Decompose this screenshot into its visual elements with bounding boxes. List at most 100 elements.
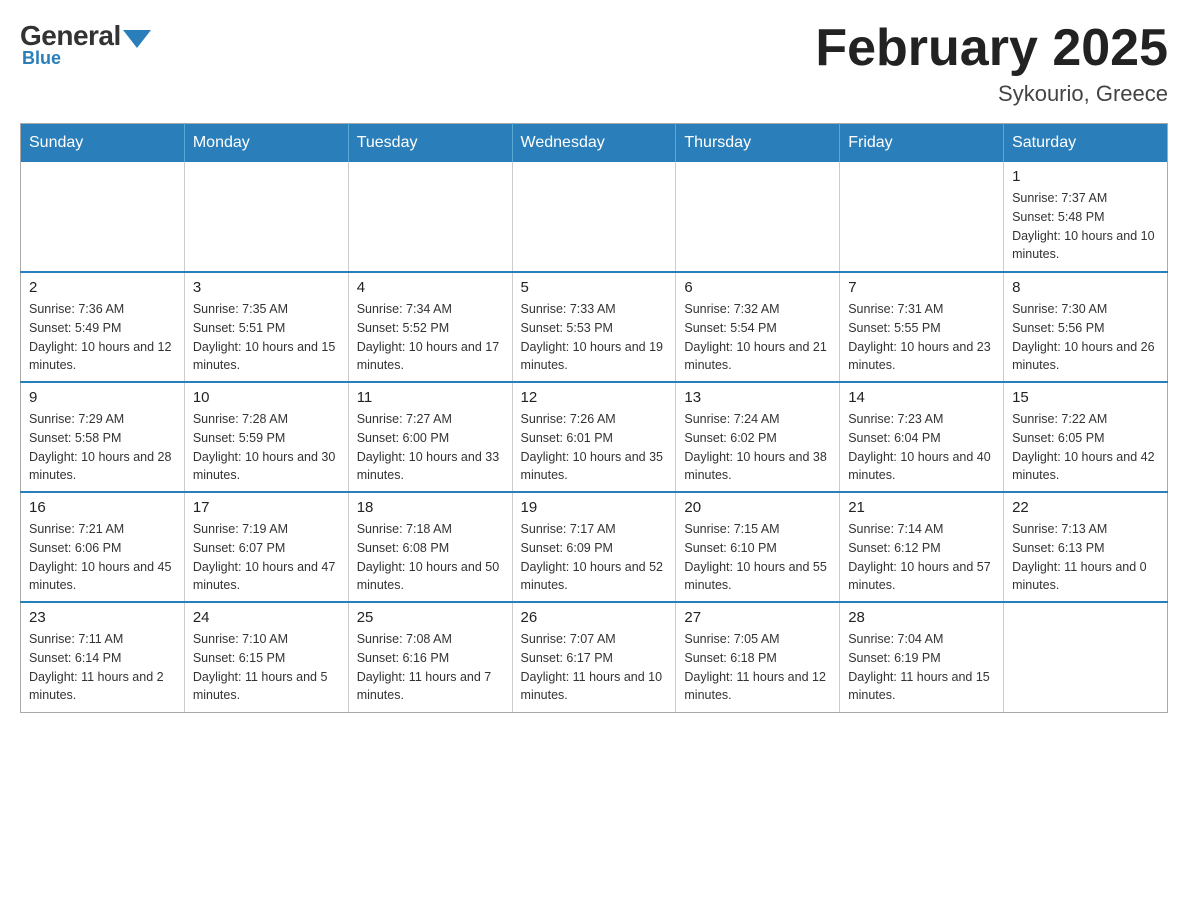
day-info: Sunrise: 7:21 AMSunset: 6:06 PMDaylight:…	[29, 520, 176, 595]
logo-arrow-icon	[123, 30, 151, 48]
sunrise-text: Sunrise: 7:36 AM	[29, 300, 176, 319]
logo: General Blue	[20, 20, 151, 69]
calendar-cell-w1-d1	[21, 162, 185, 272]
sunrise-text: Sunrise: 7:30 AM	[1012, 300, 1159, 319]
sunset-text: Sunset: 6:09 PM	[521, 539, 668, 558]
day-number: 9	[29, 389, 176, 406]
calendar-cell-w4-d6: 21Sunrise: 7:14 AMSunset: 6:12 PMDayligh…	[840, 492, 1004, 602]
calendar-cell-w2-d4: 5Sunrise: 7:33 AMSunset: 5:53 PMDaylight…	[512, 272, 676, 382]
calendar-cell-w2-d3: 4 Sunrise: 7:34 AMSunset: 5:52 PMDaylight…	[348, 272, 512, 382]
sunset-text: Sunset: 5:52 PM	[357, 319, 504, 338]
day-info: Sunrise: 7:34 AMSunset: 5:52 PMDaylight:…	[357, 300, 504, 375]
sunrise-text: Sunrise: 7:32 AM	[684, 300, 831, 319]
calendar-cell-w5-d6: 28Sunrise: 7:04 AMSunset: 6:19 PMDayligh…	[840, 602, 1004, 712]
calendar-cell-w5-d4: 26Sunrise: 7:07 AMSunset: 6:17 PMDayligh…	[512, 602, 676, 712]
daylight-text: Daylight: 10 hours and 57 minutes.	[848, 558, 995, 596]
day-number: 17	[193, 499, 340, 516]
sunset-text: Sunset: 6:04 PM	[848, 429, 995, 448]
day-number: 13	[684, 389, 831, 406]
daylight-text: Daylight: 10 hours and 19 minutes.	[521, 338, 668, 376]
sunrise-text: Sunrise: 7:05 AM	[684, 630, 831, 649]
sunset-text: Sunset: 5:55 PM	[848, 319, 995, 338]
calendar-cell-w2-d2: 3Sunrise: 7:35 AMSunset: 5:51 PMDaylight…	[184, 272, 348, 382]
calendar-location: Sykourio, Greece	[815, 81, 1168, 107]
sunrise-text: Sunrise: 7:37 AM	[1012, 189, 1159, 208]
calendar-cell-w5-d5: 27 Sunrise: 7:05 AMSunset: 6:18 PMDayligh…	[676, 602, 840, 712]
day-info: Sunrise: 7:27 AMSunset: 6:00 PMDaylight:…	[357, 410, 504, 485]
daylight-text: Daylight: 11 hours and 12 minutes.	[684, 668, 831, 706]
week-row-1: 1Sunrise: 7:37 AMSunset: 5:48 PMDaylight…	[21, 162, 1168, 272]
daylight-text: Daylight: 10 hours and 26 minutes.	[1012, 338, 1159, 376]
day-number: 27	[684, 609, 831, 626]
calendar-cell-w3-d6: 14Sunrise: 7:23 AMSunset: 6:04 PMDayligh…	[840, 382, 1004, 492]
sunrise-text: Sunrise: 7:28 AM	[193, 410, 340, 429]
col-tuesday: Tuesday	[348, 124, 512, 163]
daylight-text: Daylight: 10 hours and 12 minutes.	[29, 338, 176, 376]
day-number: 18	[357, 499, 504, 516]
daylight-text: Daylight: 10 hours and 42 minutes.	[1012, 448, 1159, 486]
sunset-text: Sunset: 6:18 PM	[684, 649, 831, 668]
col-saturday: Saturday	[1004, 124, 1168, 163]
calendar-cell-w4-d1: 16Sunrise: 7:21 AMSunset: 6:06 PMDayligh…	[21, 492, 185, 602]
calendar-cell-w2-d6: 7Sunrise: 7:31 AMSunset: 5:55 PMDaylight…	[840, 272, 1004, 382]
day-info: Sunrise: 7:31 AMSunset: 5:55 PMDaylight:…	[848, 300, 995, 375]
sunset-text: Sunset: 6:19 PM	[848, 649, 995, 668]
calendar-cell-w1-d2	[184, 162, 348, 272]
day-number: 4	[357, 279, 504, 296]
sunrise-text: Sunrise: 7:15 AM	[684, 520, 831, 539]
day-number: 10	[193, 389, 340, 406]
daylight-text: Daylight: 10 hours and 28 minutes.	[29, 448, 176, 486]
daylight-text: Daylight: 10 hours and 52 minutes.	[521, 558, 668, 596]
sunrise-text: Sunrise: 7:18 AM	[357, 520, 504, 539]
day-number: 11	[357, 389, 504, 406]
col-monday: Monday	[184, 124, 348, 163]
day-info: Sunrise: 7:18 AMSunset: 6:08 PMDaylight:…	[357, 520, 504, 595]
sunrise-text: Sunrise: 7:10 AM	[193, 630, 340, 649]
calendar-title: February 2025	[815, 20, 1168, 77]
calendar-cell-w4-d5: 20Sunrise: 7:15 AMSunset: 6:10 PMDayligh…	[676, 492, 840, 602]
day-number: 19	[521, 499, 668, 516]
sunrise-text: Sunrise: 7:11 AM	[29, 630, 176, 649]
day-info: Sunrise: 7:32 AMSunset: 5:54 PMDaylight:…	[684, 300, 831, 375]
sunrise-text: Sunrise: 7:34 AM	[357, 300, 504, 319]
calendar-cell-w5-d2: 24Sunrise: 7:10 AMSunset: 6:15 PMDayligh…	[184, 602, 348, 712]
day-number: 28	[848, 609, 995, 626]
sunrise-text: Sunrise: 7:33 AM	[521, 300, 668, 319]
calendar-cell-w3-d3: 11 Sunrise: 7:27 AMSunset: 6:00 PMDayligh…	[348, 382, 512, 492]
week-row-3: 9 Sunrise: 7:29 AMSunset: 5:58 PMDaylight…	[21, 382, 1168, 492]
calendar-cell-w3-d2: 10 Sunrise: 7:28 AMSunset: 5:59 PMDayligh…	[184, 382, 348, 492]
sunset-text: Sunset: 6:02 PM	[684, 429, 831, 448]
day-info: Sunrise: 7:15 AMSunset: 6:10 PMDaylight:…	[684, 520, 831, 595]
col-wednesday: Wednesday	[512, 124, 676, 163]
daylight-text: Daylight: 11 hours and 10 minutes.	[521, 668, 668, 706]
sunrise-text: Sunrise: 7:22 AM	[1012, 410, 1159, 429]
sunset-text: Sunset: 6:12 PM	[848, 539, 995, 558]
calendar-cell-w3-d5: 13Sunrise: 7:24 AMSunset: 6:02 PMDayligh…	[676, 382, 840, 492]
sunrise-text: Sunrise: 7:14 AM	[848, 520, 995, 539]
sunset-text: Sunset: 6:16 PM	[357, 649, 504, 668]
sunrise-text: Sunrise: 7:27 AM	[357, 410, 504, 429]
day-number: 23	[29, 609, 176, 626]
sunset-text: Sunset: 5:51 PM	[193, 319, 340, 338]
calendar-table: Sunday Monday Tuesday Wednesday Thursday…	[20, 123, 1168, 713]
day-info: Sunrise: 7:05 AMSunset: 6:18 PMDaylight:…	[684, 630, 831, 705]
col-thursday: Thursday	[676, 124, 840, 163]
day-info: Sunrise: 7:28 AMSunset: 5:59 PMDaylight:…	[193, 410, 340, 485]
day-info: Sunrise: 7:10 AMSunset: 6:15 PMDaylight:…	[193, 630, 340, 705]
day-number: 25	[357, 609, 504, 626]
day-info: Sunrise: 7:26 AMSunset: 6:01 PMDaylight:…	[521, 410, 668, 485]
day-info: Sunrise: 7:07 AMSunset: 6:17 PMDaylight:…	[521, 630, 668, 705]
day-info: Sunrise: 7:08 AMSunset: 6:16 PMDaylight:…	[357, 630, 504, 705]
calendar-cell-w3-d1: 9 Sunrise: 7:29 AMSunset: 5:58 PMDaylight…	[21, 382, 185, 492]
day-info: Sunrise: 7:29 AMSunset: 5:58 PMDaylight:…	[29, 410, 176, 485]
sunrise-text: Sunrise: 7:24 AM	[684, 410, 831, 429]
sunrise-text: Sunrise: 7:35 AM	[193, 300, 340, 319]
sunrise-text: Sunrise: 7:04 AM	[848, 630, 995, 649]
sunrise-text: Sunrise: 7:29 AM	[29, 410, 176, 429]
calendar-cell-w1-d7: 1Sunrise: 7:37 AMSunset: 5:48 PMDaylight…	[1004, 162, 1168, 272]
daylight-text: Daylight: 10 hours and 35 minutes.	[521, 448, 668, 486]
calendar-cell-w4-d4: 19 Sunrise: 7:17 AMSunset: 6:09 PMDayligh…	[512, 492, 676, 602]
title-section: February 2025 Sykourio, Greece	[815, 20, 1168, 107]
day-number: 12	[521, 389, 668, 406]
day-info: Sunrise: 7:17 AMSunset: 6:09 PMDaylight:…	[521, 520, 668, 595]
